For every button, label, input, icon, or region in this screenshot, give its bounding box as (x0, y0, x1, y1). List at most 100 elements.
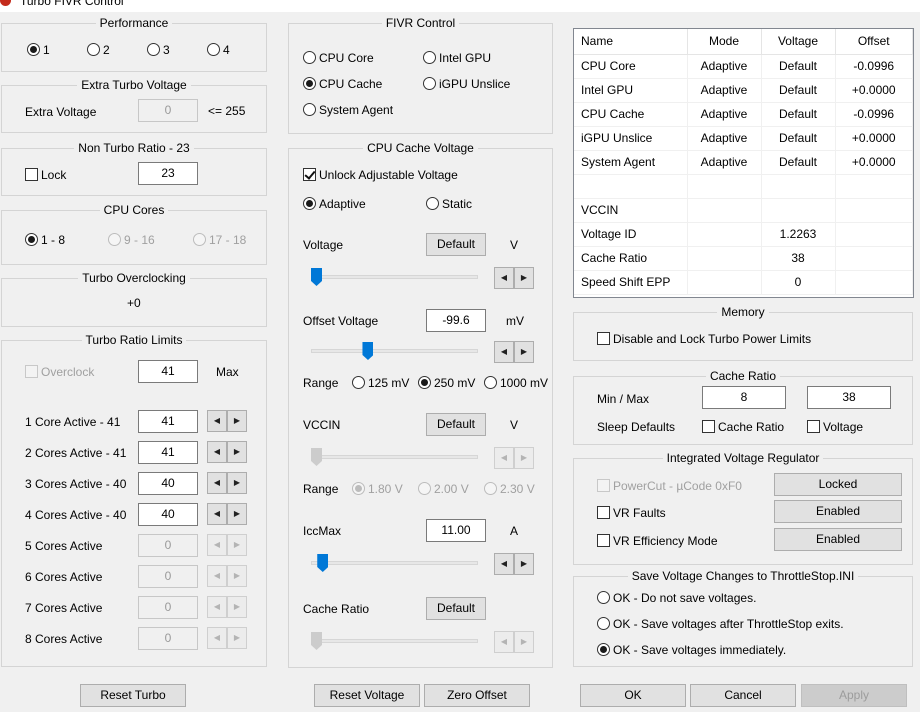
vccin-spinner[interactable]: ◀ ▶ (494, 447, 534, 469)
apply-button[interactable]: Apply (801, 684, 907, 707)
right-arrow-icon[interactable]: ▶ (227, 596, 247, 618)
performance-radio-3[interactable] (147, 43, 160, 56)
offset-spinner[interactable]: ◀ ▶ (494, 341, 534, 363)
fivr-radio-cpu-core[interactable] (303, 51, 316, 64)
cache-ratio-default-button[interactable]: Default (426, 597, 486, 620)
status-table-header-cell[interactable]: Mode (687, 29, 762, 55)
range-radio-250[interactable] (418, 376, 431, 389)
turbo-row-spinner[interactable]: ◀ ▶ (207, 596, 247, 618)
right-arrow-icon[interactable]: ▶ (514, 631, 534, 653)
save-radio-on-exit[interactable] (597, 617, 610, 630)
voltage-default-button[interactable]: Default (426, 233, 486, 256)
left-arrow-icon[interactable]: ◀ (207, 565, 227, 587)
voltage-spinner[interactable]: ◀ ▶ (494, 267, 534, 289)
cancel-button[interactable]: Cancel (690, 684, 796, 707)
vccin-range-radio-200[interactable] (418, 482, 431, 495)
right-arrow-icon[interactable]: ▶ (227, 627, 247, 649)
performance-radio-2[interactable] (87, 43, 100, 56)
overclock-checkbox[interactable] (25, 365, 38, 378)
fivr-radio-cpu-cache[interactable] (303, 77, 316, 90)
left-arrow-icon[interactable]: ◀ (494, 631, 514, 653)
cache-ratio-spinner[interactable]: ◀ ▶ (494, 631, 534, 653)
turbo-row-value-input[interactable]: 41 (138, 441, 198, 464)
vr-faults-checkbox[interactable] (597, 506, 610, 519)
left-arrow-icon[interactable]: ◀ (494, 341, 514, 363)
performance-radio-1[interactable] (27, 43, 40, 56)
left-arrow-icon[interactable]: ◀ (207, 441, 227, 463)
powercut-checkbox[interactable] (597, 479, 610, 492)
sleep-voltage-checkbox[interactable] (807, 420, 820, 433)
right-arrow-icon[interactable]: ▶ (514, 341, 534, 363)
performance-radio-4[interactable] (207, 43, 220, 56)
left-arrow-icon[interactable]: ◀ (207, 596, 227, 618)
right-arrow-icon[interactable]: ▶ (227, 503, 247, 525)
right-arrow-icon[interactable]: ▶ (227, 441, 247, 463)
fivr-radio-intel-gpu[interactable] (423, 51, 436, 64)
zero-offset-button[interactable]: Zero Offset (424, 684, 530, 707)
turbo-row-value-input[interactable]: 0 (138, 596, 198, 619)
turbo-row-value-input[interactable]: 40 (138, 503, 198, 526)
left-arrow-icon[interactable]: ◀ (494, 267, 514, 289)
left-arrow-icon[interactable]: ◀ (207, 534, 227, 556)
range-radio-125[interactable] (352, 376, 365, 389)
vccin-range-radio-230[interactable] (484, 482, 497, 495)
right-arrow-icon[interactable]: ▶ (514, 447, 534, 469)
right-arrow-icon[interactable]: ▶ (227, 410, 247, 432)
vccin-range-radio-180[interactable] (352, 482, 365, 495)
cache-ratio-min-input[interactable]: 8 (702, 386, 786, 409)
mode-adaptive-radio[interactable] (303, 197, 316, 210)
turbo-row-spinner[interactable]: ◀ ▶ (207, 503, 247, 525)
right-arrow-icon[interactable]: ▶ (227, 534, 247, 556)
sleep-cache-ratio-checkbox[interactable] (702, 420, 715, 433)
fivr-radio-igpu-unslice[interactable] (423, 77, 436, 90)
powercut-locked-button[interactable]: Locked (774, 473, 902, 496)
turbo-row-spinner[interactable]: ◀ ▶ (207, 534, 247, 556)
turbo-row-spinner[interactable]: ◀ ▶ (207, 627, 247, 649)
cache-ratio-max-input[interactable]: 38 (807, 386, 891, 409)
turbo-row-spinner[interactable]: ◀ ▶ (207, 565, 247, 587)
vccin-default-button[interactable]: Default (426, 413, 486, 436)
unlock-voltage-checkbox[interactable] (303, 168, 316, 181)
right-arrow-icon[interactable]: ▶ (227, 565, 247, 587)
turbo-row-value-input[interactable]: 40 (138, 472, 198, 495)
cpu-cores-radio-9-16[interactable] (108, 233, 121, 246)
right-arrow-icon[interactable]: ▶ (227, 472, 247, 494)
left-arrow-icon[interactable]: ◀ (207, 503, 227, 525)
save-radio-immediately[interactable] (597, 643, 610, 656)
left-arrow-icon[interactable]: ◀ (494, 447, 514, 469)
turbo-row-value-input[interactable]: 0 (138, 565, 198, 588)
right-arrow-icon[interactable]: ▶ (514, 553, 534, 575)
reset-turbo-button[interactable]: Reset Turbo (80, 684, 186, 707)
mode-static-radio[interactable] (426, 197, 439, 210)
left-arrow-icon[interactable]: ◀ (494, 553, 514, 575)
lock-checkbox[interactable] (25, 168, 38, 181)
save-radio-do-not-save[interactable] (597, 591, 610, 604)
right-arrow-icon[interactable]: ▶ (514, 267, 534, 289)
left-arrow-icon[interactable]: ◀ (207, 472, 227, 494)
vr-faults-enabled-button[interactable]: Enabled (774, 500, 902, 523)
fivr-radio-system-agent[interactable] (303, 103, 316, 116)
status-table-header-cell[interactable]: Voltage (761, 29, 836, 55)
vr-efficiency-checkbox[interactable] (597, 534, 610, 547)
range-radio-1000[interactable] (484, 376, 497, 389)
iccmax-spinner[interactable]: ◀ ▶ (494, 553, 534, 575)
turbo-row-spinner[interactable]: ◀ ▶ (207, 410, 247, 432)
disable-lock-power-checkbox[interactable] (597, 332, 610, 345)
cpu-cores-radio-1-8[interactable] (25, 233, 38, 246)
offset-voltage-input[interactable]: -99.6 (426, 309, 486, 332)
extra-voltage-input[interactable]: 0 (138, 99, 198, 122)
turbo-row-value-input[interactable]: 0 (138, 627, 198, 650)
overclock-max-input[interactable]: 41 (138, 360, 198, 383)
non-turbo-ratio-input[interactable]: 23 (138, 162, 198, 185)
cpu-cores-radio-17-18[interactable] (193, 233, 206, 246)
left-arrow-icon[interactable]: ◀ (207, 410, 227, 432)
ok-button[interactable]: OK (580, 684, 686, 707)
left-arrow-icon[interactable]: ◀ (207, 627, 227, 649)
turbo-row-value-input[interactable]: 41 (138, 410, 198, 433)
turbo-row-value-input[interactable]: 0 (138, 534, 198, 557)
status-table-header-cell[interactable]: Offset (835, 29, 913, 55)
turbo-row-spinner[interactable]: ◀ ▶ (207, 441, 247, 463)
iccmax-input[interactable]: 11.00 (426, 519, 486, 542)
reset-voltage-button[interactable]: Reset Voltage (314, 684, 420, 707)
status-table-header-cell[interactable]: Name (574, 29, 688, 55)
